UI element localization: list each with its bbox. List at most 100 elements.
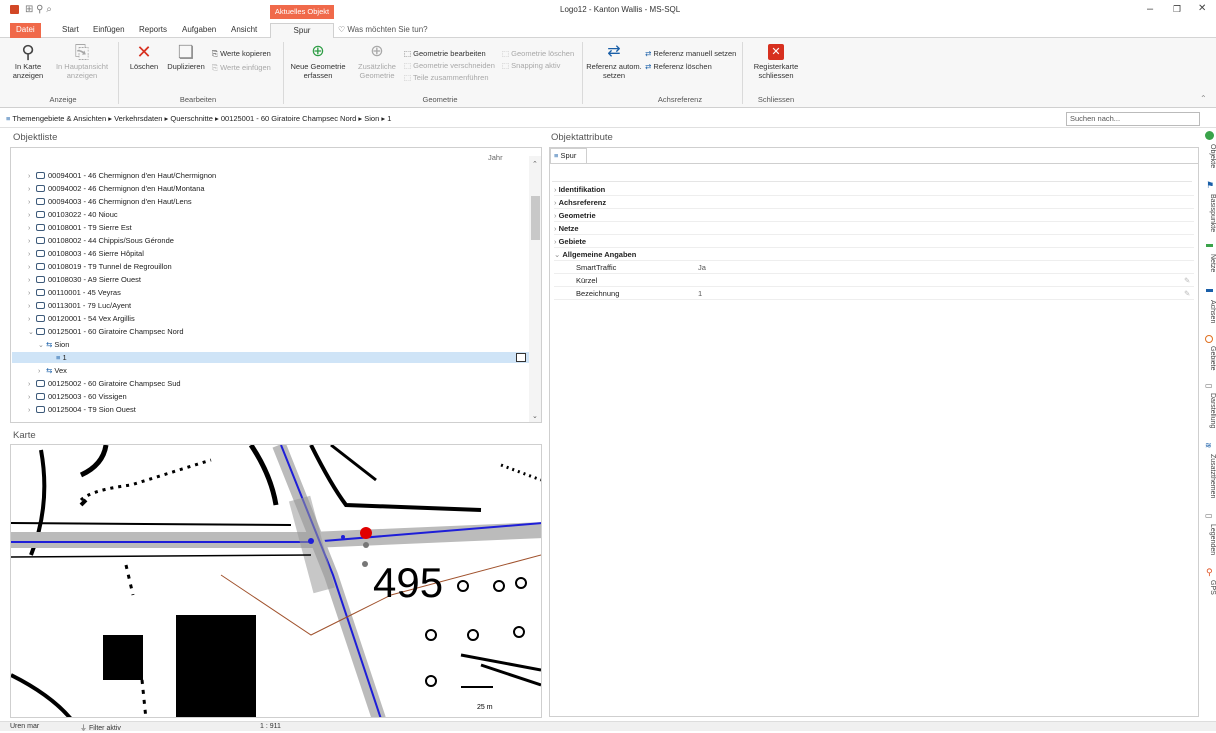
attribute-value[interactable]: Ja — [698, 261, 706, 274]
search-input[interactable]: Suchen nach... — [1066, 112, 1200, 126]
chevron-right-icon[interactable]: › — [28, 223, 36, 234]
werte-einfuegen-button[interactable]: ⎘ Werte einfügen — [212, 63, 271, 73]
section-identifikation[interactable]: › Identifikation — [554, 183, 1194, 196]
chevron-right-icon[interactable]: › — [28, 275, 36, 286]
chevron-right-icon[interactable]: › — [28, 405, 36, 416]
attribute-row-smarttraffic[interactable]: SmartTraffic Ja — [554, 261, 1194, 274]
tab-ansicht[interactable]: Ansicht — [225, 23, 263, 38]
scroll-down-icon[interactable]: ⌄ — [532, 412, 538, 420]
map-canvas[interactable]: 495 25 m — [11, 445, 542, 718]
chevron-right-icon[interactable]: › — [28, 392, 36, 403]
section-allgemeine-angaben[interactable]: ⌄ Allgemeine Angaben — [554, 248, 1194, 261]
zusaetzliche-geometrie-button[interactable]: ⊕ Zusätzliche Geometrie — [352, 42, 402, 80]
tree-row[interactable]: › 00108030 - A9 Sierre Ouest — [11, 274, 529, 285]
tab-start[interactable]: Start — [56, 23, 85, 38]
tab-reports[interactable]: Reports — [133, 23, 173, 38]
chevron-right-icon[interactable]: › — [28, 301, 36, 312]
quick-access-icons[interactable]: ⊞ ⚲ ⌕ — [25, 4, 52, 15]
collapse-ribbon-icon[interactable]: ⌃ — [1200, 94, 1207, 103]
sidebar-item-objekte[interactable]: Objekte — [1203, 144, 1216, 168]
tree-row[interactable]: › 00113001 - 79 Luc/Ayent — [11, 300, 529, 311]
row-checkbox[interactable] — [516, 353, 526, 362]
tree-row[interactable]: › 00125004 - T9 Sion Ouest — [11, 404, 529, 415]
tab-datei[interactable]: Datei — [10, 23, 41, 38]
chevron-right-icon[interactable]: › — [28, 262, 36, 273]
tree-row[interactable]: › 00108002 - 44 Chippis/Sous Géronde — [11, 235, 529, 246]
in-hauptansicht-anzeigen-button[interactable]: ⎘ In Hauptansicht anzeigen — [54, 42, 110, 80]
chevron-right-icon[interactable]: › — [28, 236, 36, 247]
section-netze[interactable]: › Netze — [554, 222, 1194, 235]
referenz-loeschen-button[interactable]: ⇄ Referenz löschen — [645, 62, 712, 72]
sidebar-item-achsen[interactable]: Achsen — [1203, 300, 1216, 323]
tree-row[interactable]: › 00125002 - 60 Giratoire Champsec Sud — [11, 378, 529, 389]
chevron-right-icon[interactable]: › — [28, 288, 36, 299]
minimize-button[interactable]: – — [1147, 3, 1153, 15]
tab-einfuegen[interactable]: Einfügen — [87, 23, 131, 38]
tree-row[interactable]: › 00094002 - 46 Chermignon d'en Haut/Mont… — [11, 183, 529, 194]
referenz-autom-setzen-button[interactable]: ⇄ Referenz autom. setzen — [586, 42, 642, 80]
chevron-right-icon[interactable]: › — [28, 197, 36, 208]
section-geometrie[interactable]: › Geometrie — [554, 209, 1194, 222]
chevron-right-icon[interactable]: › — [28, 210, 36, 221]
werte-kopieren-button[interactable]: ⎘ Werte kopieren — [212, 49, 271, 59]
snapping-aktiv-toggle[interactable]: ⬚ Snapping aktiv — [502, 61, 560, 71]
section-gebiete[interactable]: › Gebiete — [554, 235, 1194, 248]
registerkarte-schliessen-button[interactable]: ✕ Registerkarte schliessen — [746, 42, 806, 80]
in-karte-anzeigen-button[interactable]: ⚲ In Karte anzeigen — [4, 42, 52, 80]
tree-row[interactable]: › 00103022 - 40 Niouc — [11, 209, 529, 220]
chevron-right-icon[interactable]: › — [28, 314, 36, 325]
edit-pencil-icon[interactable]: ✎ — [1184, 274, 1190, 287]
tree-row[interactable]: › 00094003 - 46 Chermignon d'en Haut/Lens — [11, 196, 529, 207]
column-header-jahr[interactable]: Jahr — [488, 153, 503, 162]
chevron-right-icon[interactable]: › — [28, 249, 36, 260]
attribute-value[interactable]: 1 — [698, 287, 702, 300]
tell-me-box[interactable]: ♡ Was möchten Sie tun? — [338, 25, 428, 34]
geometrie-bearbeiten-button[interactable]: ⬚ Geometrie bearbeiten — [404, 49, 486, 59]
tree-row[interactable]: › 00094001 - 46 Chermignon d'en Haut/Cher… — [11, 170, 529, 181]
sidebar-item-gps[interactable]: GPS — [1203, 580, 1216, 595]
sidebar-item-basispunkte[interactable]: Basispunkte — [1203, 194, 1216, 232]
map-view[interactable]: 495 25 m — [10, 444, 542, 718]
tree-row-selected[interactable]: ≡ 1 — [12, 352, 529, 363]
geometrie-verschneiden-button[interactable]: ⬚ Geometrie verschneiden — [404, 61, 495, 71]
chevron-right-icon[interactable]: › — [28, 184, 36, 195]
sidebar-item-netze[interactable]: Netze — [1203, 254, 1216, 272]
close-button[interactable]: ✕ — [1198, 3, 1206, 14]
section-achsreferenz[interactable]: › Achsreferenz — [554, 196, 1194, 209]
sidebar-item-darstellung[interactable]: Darstellung — [1203, 393, 1216, 428]
scroll-up-icon[interactable]: ⌃ — [532, 160, 538, 168]
chevron-down-icon[interactable]: ⌄ — [38, 340, 46, 351]
duplizieren-button[interactable]: ❏ Duplizieren — [164, 42, 208, 71]
scrollbar-thumb[interactable] — [531, 196, 540, 240]
tab-spur[interactable]: Spur — [270, 23, 334, 38]
attribute-row-kuerzel[interactable]: Kürzel ✎ — [554, 274, 1194, 287]
tree-row[interactable]: › 00120001 - 54 Vex Argillis — [11, 313, 529, 324]
filter-aktiv-button[interactable]: ⏚ Filter aktiv — [80, 723, 121, 733]
tree-row[interactable]: › 00125003 - 60 Vissigen — [11, 391, 529, 402]
tree-row[interactable]: › 00108001 - T9 Sierre Est — [11, 222, 529, 233]
chevron-right-icon[interactable]: › — [28, 171, 36, 182]
neue-geometrie-button[interactable]: ⊕ Neue Geometrie erfassen — [286, 42, 350, 80]
chevron-down-icon[interactable]: ⌄ — [28, 327, 36, 338]
geometrie-loeschen-button[interactable]: ⬚ Geometrie löschen — [502, 49, 574, 59]
sidebar-item-legenden[interactable]: Legenden — [1203, 524, 1216, 555]
sidebar-item-zusatzthemen[interactable]: Zusatzthemen — [1203, 454, 1216, 498]
sidebar-item-gebiete[interactable]: Gebiete — [1203, 346, 1216, 371]
loeschen-button[interactable]: ✕ Löschen — [125, 42, 163, 71]
chevron-right-icon[interactable]: › — [28, 379, 36, 390]
referenz-manuell-button[interactable]: ⇄ Referenz manuell setzen — [645, 49, 736, 59]
tree-row[interactable]: › 00108019 - T9 Tunnel de Regrouillon — [11, 261, 529, 272]
tree-row[interactable]: › 00108003 - 46 Sierre Hôpital — [11, 248, 529, 259]
tab-spur-attribute[interactable]: ≡ Spur — [550, 148, 587, 163]
tree-row[interactable]: › 00110001 - 45 Veyras — [11, 287, 529, 298]
tree-row[interactable]: › ⇆ Vex — [11, 365, 529, 376]
tree-row[interactable]: ⌄ 00125001 - 60 Giratoire Champsec Nord — [11, 326, 529, 337]
restore-button[interactable]: ❐ — [1173, 4, 1181, 15]
edit-pencil-icon[interactable]: ✎ — [1184, 287, 1190, 300]
breadcrumb[interactable]: ≡ Themengebiete & Ansichten ▸ Verkehrsda… — [6, 114, 391, 123]
teile-zusammenfuehren-button[interactable]: ⬚ Teile zusammenführen — [404, 73, 489, 83]
attribute-row-bezeichnung[interactable]: Bezeichnung 1 ✎ — [554, 287, 1194, 300]
tab-aufgaben[interactable]: Aufgaben — [176, 23, 222, 38]
tree-row[interactable]: ⌄ ⇆ Sion — [11, 339, 529, 350]
scale-selector[interactable]: 1 : 911 — [260, 723, 281, 730]
